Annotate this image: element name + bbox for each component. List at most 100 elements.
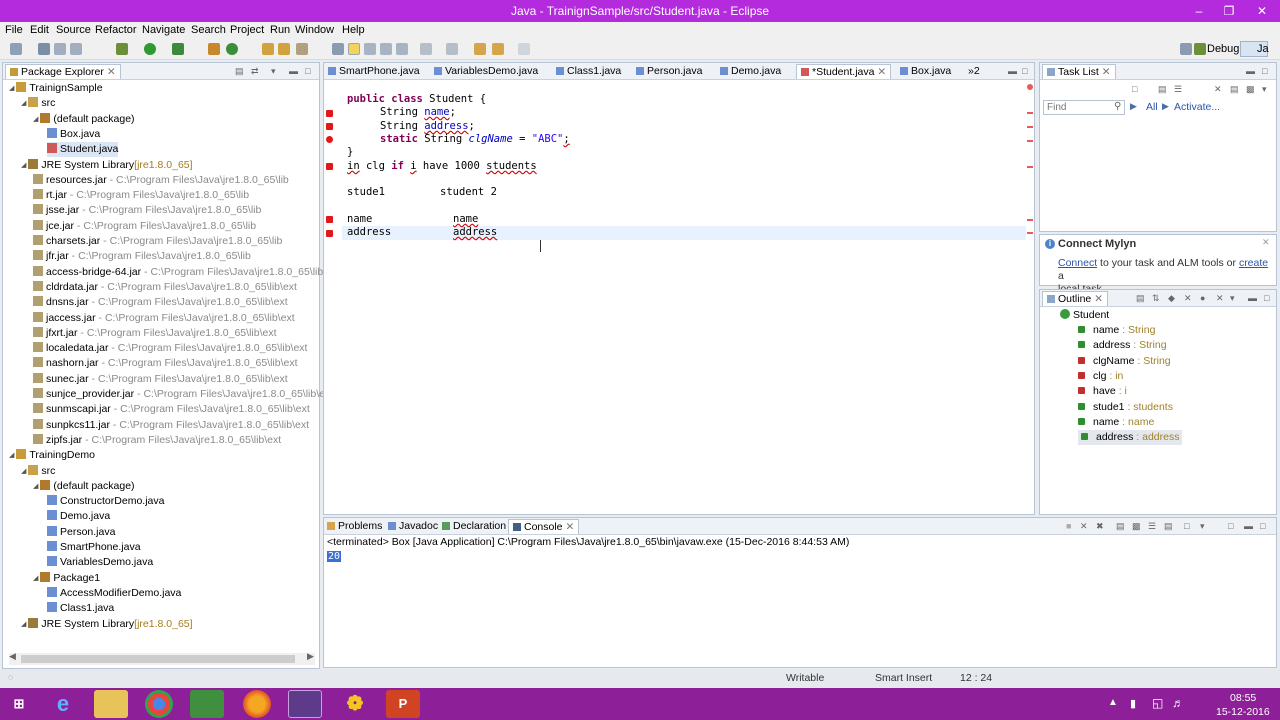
remove-all-icon[interactable]: ✖	[1096, 521, 1104, 532]
tree-item[interactable]: ◢ (default package)	[33, 479, 135, 494]
tree-item[interactable]: dnsns.jar - C:\Program Files\Java\jre1.8…	[33, 295, 288, 310]
scroll-left-icon[interactable]: ◀	[9, 651, 16, 662]
menu-search[interactable]: Search	[191, 24, 226, 36]
tree-item[interactable]: jfxrt.jar - C:\Program Files\Java\jre1.8…	[33, 326, 277, 341]
chrome-icon[interactable]	[145, 690, 173, 718]
notepad-icon[interactable]	[190, 690, 224, 718]
error-marker-icon[interactable]	[326, 163, 333, 170]
new-class-icon[interactable]	[226, 43, 238, 55]
console-output[interactable]: 20	[327, 551, 342, 562]
tree-item[interactable]: access-bridge-64.jar - C:\Program Files\…	[33, 265, 326, 280]
menu-edit[interactable]: Edit	[30, 24, 49, 36]
firefox-icon[interactable]	[243, 690, 271, 718]
tab-person[interactable]: Person.java	[636, 65, 702, 80]
maximize-view-icon[interactable]: □	[305, 66, 310, 76]
internet-explorer-icon[interactable]: e	[46, 690, 80, 718]
overview-ruler-mark[interactable]	[1027, 232, 1033, 234]
show-source-icon[interactable]	[396, 43, 408, 55]
outline-item[interactable]: address : address	[1078, 430, 1183, 446]
categorized-icon[interactable]: ▤	[1158, 84, 1167, 95]
tree-item[interactable]: Box.java	[47, 127, 100, 142]
fast-view-icon[interactable]: ◌	[8, 672, 13, 682]
close-button[interactable]: ✕	[1244, 0, 1280, 22]
all-link[interactable]: All	[1146, 101, 1158, 113]
maximize-view-icon[interactable]: □	[1260, 521, 1265, 531]
tree-item[interactable]: charsets.jar - C:\Program Files\Java\jre…	[33, 234, 282, 249]
tree-item[interactable]: ◢ TrainignSample	[9, 81, 103, 96]
tree-item[interactable]: Person.java	[47, 525, 115, 540]
tree-item[interactable]: ◢ src	[21, 464, 55, 479]
coverage-icon[interactable]	[172, 43, 184, 55]
filter-arrow-icon[interactable]: ▶	[1130, 101, 1137, 112]
minimize-view-icon[interactable]: ▬	[289, 66, 298, 76]
maximize-view-icon[interactable]: □	[1264, 293, 1269, 303]
code-line-8[interactable]: name	[347, 213, 372, 226]
outline-item[interactable]: name : String	[1078, 323, 1155, 338]
horizontal-scrollbar[interactable]: ◀ ▶	[9, 651, 315, 665]
minimize-view-icon[interactable]: ▬	[1246, 66, 1255, 76]
code-line-7b[interactable]: student 2	[440, 186, 497, 199]
powerpoint-icon[interactable]: P	[386, 690, 420, 718]
clock-date[interactable]: 15-12-2016	[1216, 706, 1270, 718]
code-line-5[interactable]: }	[347, 146, 353, 159]
code-line-2[interactable]: String name;	[380, 106, 456, 119]
overview-ruler-mark[interactable]	[1027, 219, 1033, 221]
new-icon[interactable]	[10, 43, 22, 55]
debug-perspective-icon[interactable]	[1194, 43, 1206, 55]
maximize-view-icon[interactable]: □	[1022, 66, 1027, 76]
menu-help[interactable]: Help	[342, 24, 365, 36]
tree-item[interactable]: ConstructorDemo.java	[47, 494, 164, 509]
next-annotation-icon[interactable]	[420, 43, 432, 55]
overview-ruler-mark[interactable]	[1027, 166, 1033, 168]
outline-tab[interactable]: Outline ✕	[1042, 291, 1109, 306]
display-console-icon[interactable]: ▾	[1200, 521, 1205, 532]
expand-toggle-icon[interactable]: ◢	[21, 100, 26, 107]
tree-item[interactable]: jfr.jar - C:\Program Files\Java\jre1.8.0…	[33, 249, 251, 264]
tree-item[interactable]: VariablesDemo.java	[47, 555, 153, 570]
tree-item[interactable]: resources.jar - C:\Program Files\Java\jr…	[33, 173, 289, 188]
tree-item[interactable]: nashorn.jar - C:\Program Files\Java\jre1…	[33, 356, 298, 371]
open-perspective-icon[interactable]	[1180, 43, 1192, 55]
tab-class1[interactable]: Class1.java	[556, 65, 621, 80]
eclipse-icon[interactable]	[288, 690, 322, 718]
tree-item[interactable]: sunpkcs11.jar - C:\Program Files\Java\jr…	[33, 418, 309, 433]
close-tab-icon[interactable]: ✕	[107, 66, 116, 78]
tree-item[interactable]: sunec.jar - C:\Program Files\Java\jre1.8…	[33, 372, 288, 387]
hide-local-types-icon[interactable]: ✕	[1216, 293, 1224, 304]
outline-item[interactable]: have : i	[1078, 384, 1127, 399]
last-edit-icon[interactable]	[474, 43, 486, 55]
network-icon[interactable]: ◱	[1152, 696, 1163, 710]
tree-item[interactable]: ◢ JRE System Library[jre1.8.0_65]	[21, 617, 193, 632]
view-menu-icon[interactable]: ▾	[271, 66, 276, 77]
java-perspective-button[interactable]: Ja	[1240, 41, 1269, 57]
tree-item[interactable]: ◢ JRE System Library[jre1.8.0_65]	[21, 158, 193, 173]
mark-occurrences-icon[interactable]	[348, 43, 360, 55]
show-hidden-icons[interactable]: ▲	[1108, 697, 1118, 708]
menu-project[interactable]: Project	[230, 24, 264, 36]
code-line-3[interactable]: String address;	[380, 120, 475, 133]
expand-toggle-icon[interactable]: ◢	[9, 85, 14, 92]
tree-item[interactable]: ◢ src	[21, 96, 55, 111]
hide-static-icon[interactable]: ✕	[1184, 293, 1192, 304]
tree-item[interactable]: sunjce_provider.jar - C:\Program Files\J…	[33, 387, 325, 402]
error-marker-icon[interactable]	[326, 216, 333, 223]
tab-variablesdemo[interactable]: VariablesDemo.java	[434, 65, 538, 80]
overview-ruler-mark[interactable]	[1027, 126, 1033, 128]
menu-window[interactable]: Window	[295, 24, 334, 36]
find-field[interactable]: Find ⚲	[1043, 100, 1125, 115]
open-task-icon[interactable]	[278, 43, 290, 55]
windows-start-icon[interactable]: ⊞	[2, 690, 36, 718]
tree-item[interactable]: jsse.jar - C:\Program Files\Java\jre1.8.…	[33, 203, 261, 218]
minimize-button[interactable]: –	[1184, 0, 1214, 22]
code-line-4[interactable]: static String clgName = "ABC";	[380, 133, 570, 146]
tree-item[interactable]: Class1.java	[47, 601, 114, 616]
expand-toggle-icon[interactable]: ◢	[9, 452, 14, 459]
search-icon[interactable]: ⚲	[1114, 101, 1121, 112]
outline-root[interactable]: Student	[1060, 308, 1109, 323]
expand-toggle-icon[interactable]: ◢	[33, 483, 38, 490]
print-icon[interactable]	[70, 43, 82, 55]
tab-smartphone[interactable]: SmartPhone.java	[328, 65, 420, 80]
overview-ruler-mark[interactable]	[1027, 140, 1033, 142]
show-whitespace-icon[interactable]	[380, 43, 392, 55]
error-marker-icon[interactable]	[326, 110, 333, 117]
